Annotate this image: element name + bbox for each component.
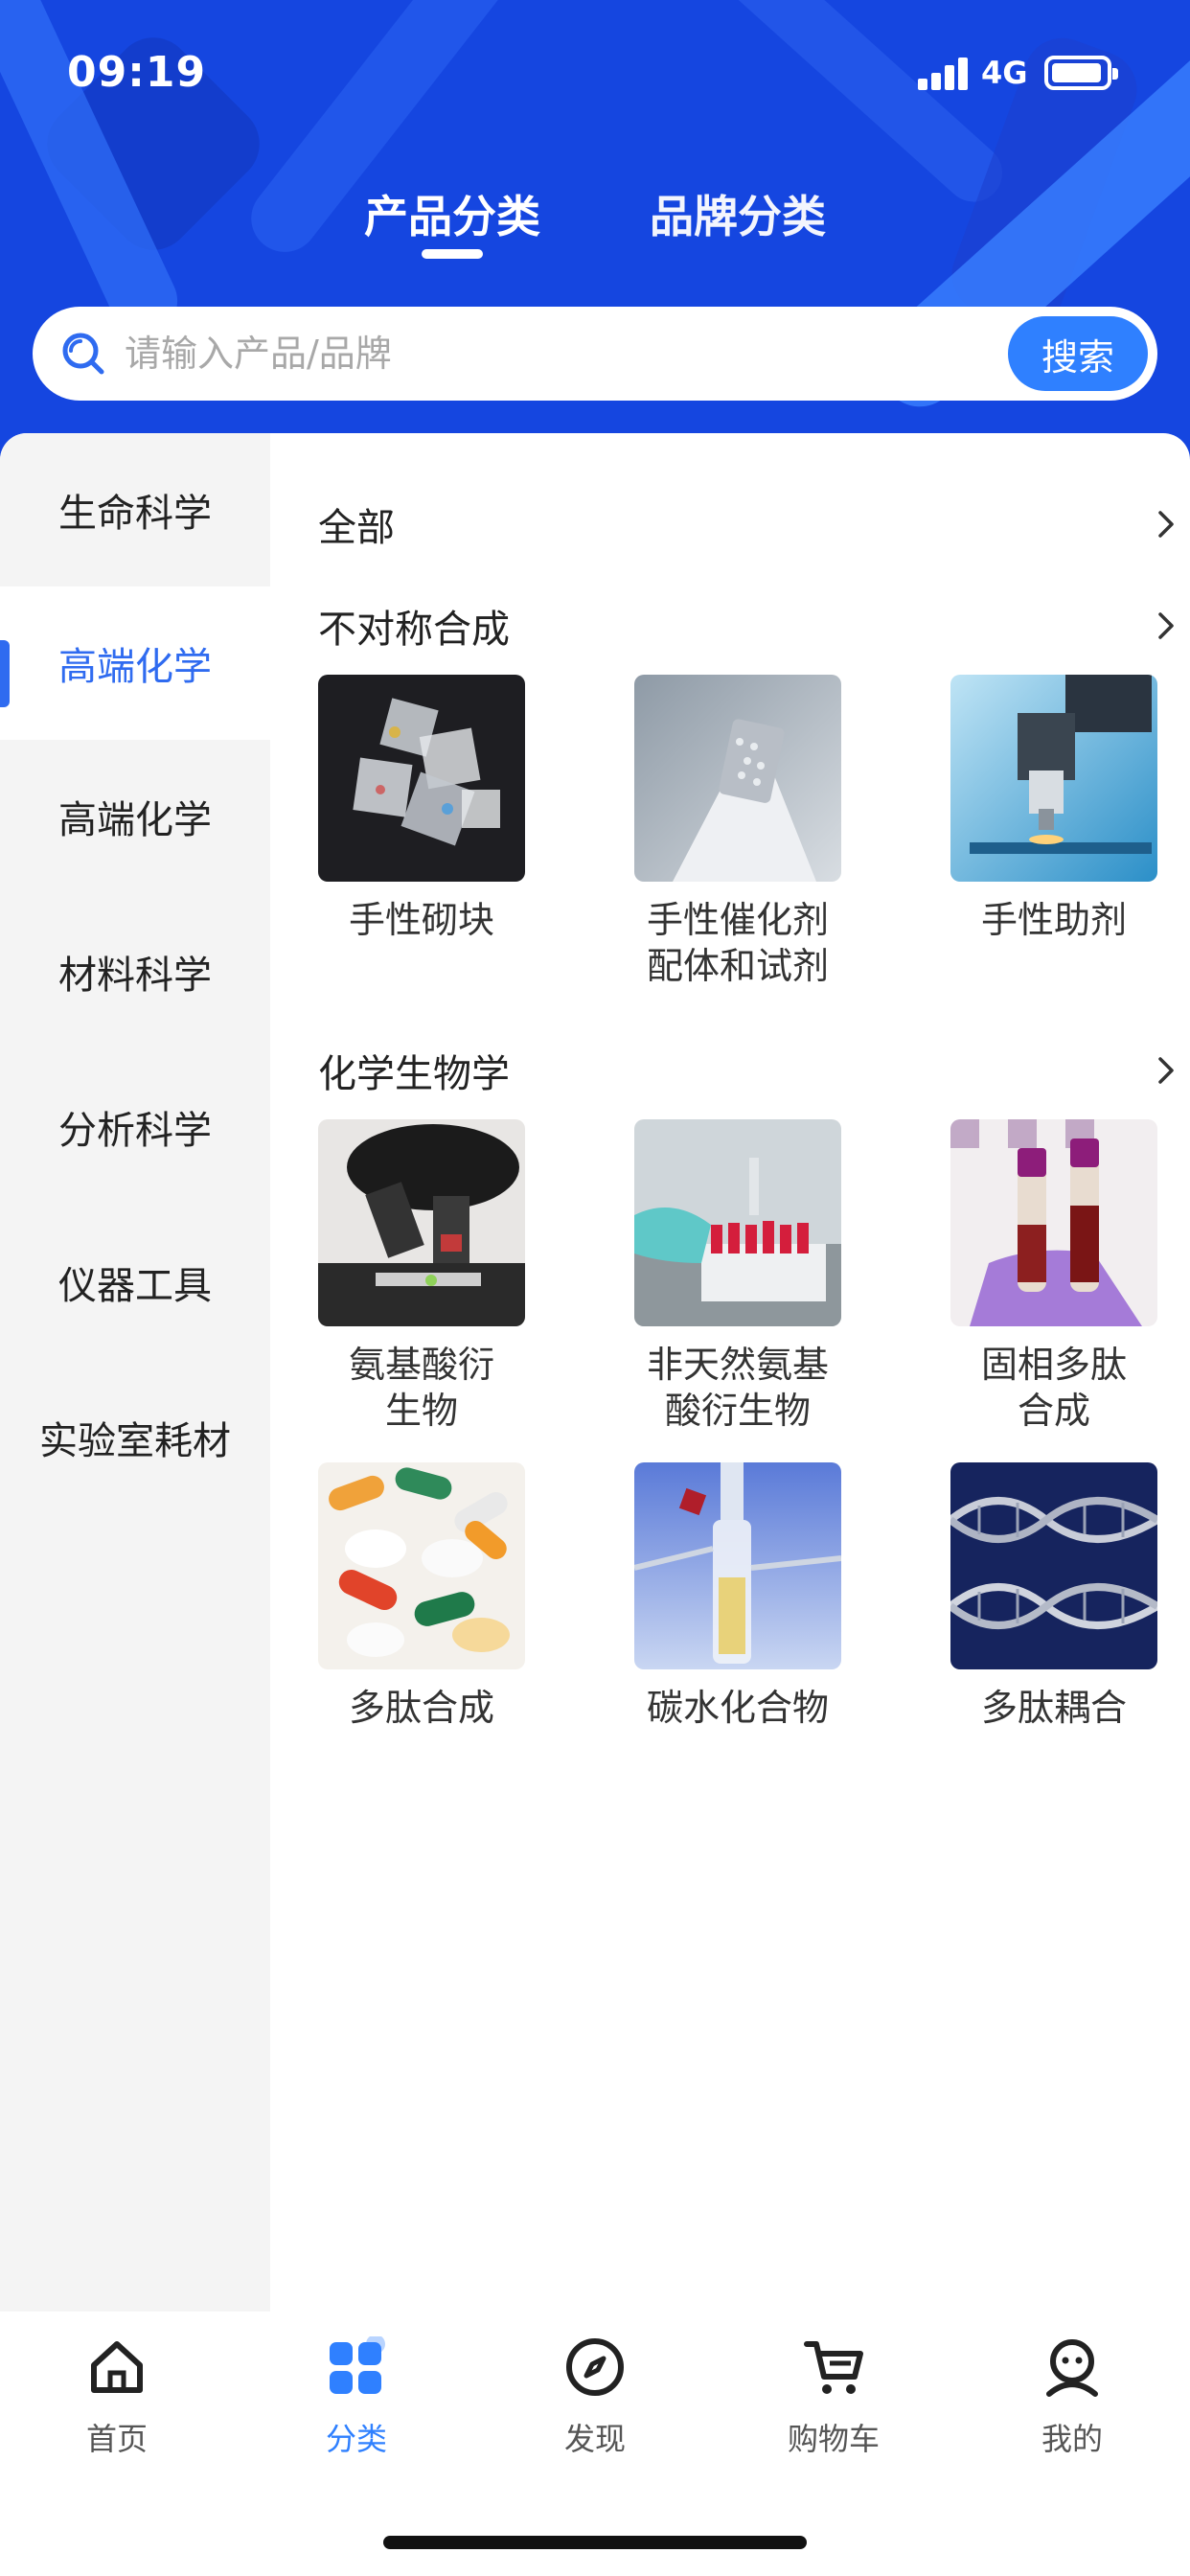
active-tab-indicator bbox=[422, 249, 483, 259]
cart-icon bbox=[804, 2341, 863, 2394]
search-icon bbox=[62, 333, 104, 375]
status-bar: 09:19 4G bbox=[0, 0, 1190, 144]
tab-product-category[interactable]: 产品分类 bbox=[364, 182, 540, 245]
nav-home[interactable]: 首页 bbox=[21, 2336, 213, 2471]
product-tile-label: 手性砌块 bbox=[348, 899, 494, 941]
nav-label: 购物车 bbox=[787, 2421, 880, 2457]
lab-apparatus-image bbox=[634, 1462, 841, 1669]
microscope-closeup-image bbox=[318, 1119, 525, 1326]
battery-icon bbox=[1044, 56, 1118, 90]
chiral-catalyst-image bbox=[634, 675, 841, 882]
product-tile-label: 多肽耦合 bbox=[980, 1687, 1127, 1729]
product-tile-label: 碳水化合物 bbox=[646, 1687, 829, 1729]
product-tile-label: 手性催化剂 配体和试剂 bbox=[646, 899, 829, 987]
sidebar-item-instruments[interactable]: 仪器工具 bbox=[0, 1206, 270, 1359]
nav-category[interactable]: 分类 bbox=[261, 2336, 452, 2471]
status-time: 09:19 bbox=[67, 48, 207, 97]
section-title: 化学生物学 bbox=[318, 1052, 510, 1096]
product-tile-label: 非天然氨基 酸衍生物 bbox=[646, 1344, 829, 1432]
sidebar-item-advanced-chemistry-2[interactable]: 高端化学 bbox=[0, 740, 270, 893]
sidebar-item-materials-science[interactable]: 材料科学 bbox=[0, 895, 270, 1048]
home-icon bbox=[91, 2341, 143, 2393]
category-content: 全部 不对称合成 手性砌块 手性催化剂 配体和试剂 手性助剂 化学生物学 氨基酸… bbox=[270, 433, 1190, 2312]
sidebar-item-lab-consumables[interactable]: 实验室耗材 bbox=[0, 1361, 270, 1514]
pills-image bbox=[318, 1462, 525, 1669]
category-icon bbox=[330, 2336, 385, 2394]
section-header-asymmetric-synthesis[interactable]: 不对称合成 bbox=[318, 598, 1180, 656]
search-button[interactable]: 搜索 bbox=[1008, 316, 1148, 391]
header: 09:19 4G 产品分类 品牌分类 搜索 bbox=[0, 0, 1190, 479]
tab-brand-category[interactable]: 品牌分类 bbox=[650, 182, 826, 245]
nav-discover[interactable]: 发现 bbox=[499, 2336, 691, 2471]
battery-level bbox=[1052, 63, 1101, 82]
sidebar-item-advanced-chemistry[interactable]: 高端化学 bbox=[0, 586, 270, 740]
chevron-right-icon bbox=[1158, 612, 1174, 639]
nav-cart[interactable]: 购物车 bbox=[738, 2336, 929, 2471]
chevron-right-icon bbox=[1158, 511, 1174, 538]
compass-icon bbox=[566, 2338, 624, 2396]
signal-icon bbox=[918, 56, 973, 90]
sidebar-item-label: 高端化学 bbox=[58, 645, 212, 689]
chiral-building-block-image bbox=[318, 675, 525, 882]
sidebar-item-analytical-science[interactable]: 分析科学 bbox=[0, 1050, 270, 1204]
profile-icon bbox=[1046, 2339, 1098, 2397]
bottom-tab-bar: 首页 分类 发现 购物车 我的 bbox=[0, 2312, 1190, 2576]
blood-tubes-image bbox=[950, 1119, 1157, 1326]
product-tile-label: 手性助剂 bbox=[980, 899, 1127, 941]
sidebar-item-life-science[interactable]: 生命科学 bbox=[0, 433, 270, 586]
nav-label: 我的 bbox=[1041, 2421, 1103, 2457]
chevron-right-icon bbox=[1158, 1057, 1174, 1084]
search-input[interactable] bbox=[125, 322, 891, 385]
dna-helix-image bbox=[950, 1462, 1157, 1669]
category-panel: 生命科学 高端化学 高端化学 材料科学 分析科学 仪器工具 实验室耗材 全部 不… bbox=[0, 433, 1190, 2312]
test-tubes-image bbox=[634, 1119, 841, 1326]
section-header-chemical-biology[interactable]: 化学生物学 bbox=[318, 1043, 1180, 1100]
all-categories-row[interactable]: 全部 bbox=[318, 496, 1180, 554]
network-label: 4G bbox=[981, 55, 1028, 91]
section-title: 不对称合成 bbox=[318, 608, 510, 652]
category-tabs: 产品分类 品牌分类 bbox=[0, 182, 1190, 268]
nav-label: 发现 bbox=[563, 2421, 626, 2457]
nav-label: 首页 bbox=[85, 2421, 148, 2457]
nav-label: 分类 bbox=[325, 2421, 387, 2457]
product-tile-label: 固相多肽 合成 bbox=[980, 1344, 1127, 1432]
nav-profile[interactable]: 我的 bbox=[976, 2336, 1168, 2471]
product-tile-label: 氨基酸衍 生物 bbox=[348, 1344, 494, 1432]
search-bar: 搜索 bbox=[33, 307, 1157, 401]
microscope-image bbox=[950, 675, 1157, 882]
home-indicator bbox=[383, 2536, 807, 2549]
all-categories-label: 全部 bbox=[318, 506, 395, 550]
sidebar-active-indicator bbox=[0, 640, 10, 707]
product-tile-label: 多肽合成 bbox=[348, 1687, 494, 1729]
category-sidebar: 生命科学 高端化学 高端化学 材料科学 分析科学 仪器工具 实验室耗材 bbox=[0, 433, 270, 2312]
